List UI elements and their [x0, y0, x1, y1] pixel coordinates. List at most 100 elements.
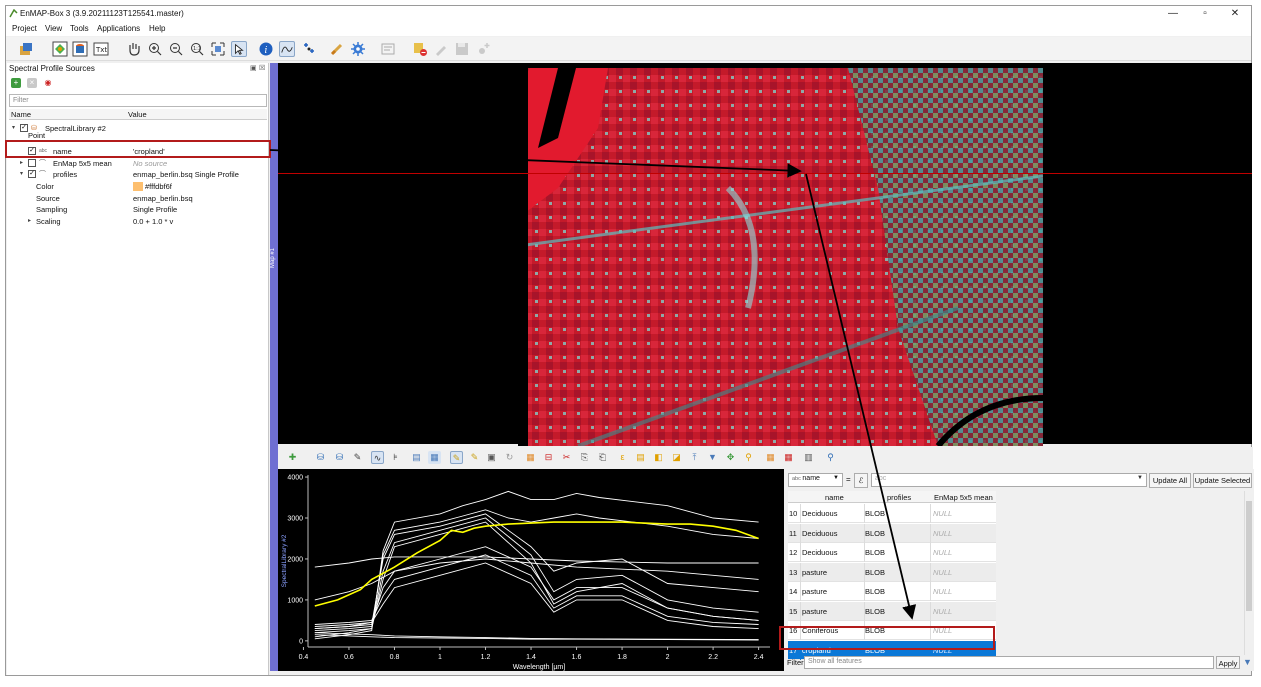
column-header-enmap-mean[interactable]: EnMap 5x5 mean [934, 493, 993, 502]
location-icon[interactable] [301, 41, 317, 57]
expression-button[interactable]: ℰ [854, 473, 868, 488]
new-spectral-library-icon[interactable] [72, 41, 88, 57]
remove-source-icon[interactable]: × [27, 78, 37, 88]
table-view-icon[interactable]: ▦ [428, 451, 441, 464]
add-point-icon[interactable] [476, 41, 492, 57]
table-scrollbar[interactable] [1244, 491, 1253, 655]
tree-row[interactable]: Sampling Single Profile [9, 204, 267, 215]
move-selection-top-icon[interactable]: ⤒ [688, 451, 701, 464]
close-panel-icon[interactable]: ☒ [259, 64, 265, 72]
settings-icon[interactable] [350, 41, 366, 57]
table-row[interactable]: 11 Deciduous BLOB NULL [788, 523, 996, 543]
close-button[interactable]: ✕ [1228, 8, 1242, 20]
menu-project[interactable]: Project [12, 24, 37, 33]
add-feature-icon[interactable]: ▦ [524, 451, 537, 464]
add-data-source-icon[interactable] [18, 41, 34, 57]
map-tab[interactable]: Map #1 [270, 63, 278, 671]
row-id[interactable]: 16 [789, 621, 797, 640]
maximize-button[interactable]: ▫ [1198, 8, 1212, 20]
table-row[interactable]: 15 pasture BLOB NULL [788, 601, 996, 621]
zoom-full-icon[interactable] [210, 41, 226, 57]
zoom-out-icon[interactable] [168, 41, 184, 57]
identify-icon[interactable]: i [258, 41, 274, 57]
tree-checkbox[interactable]: ✓ [28, 170, 36, 179]
feature-filter-input[interactable]: Show all features [804, 656, 1214, 669]
reset-icon[interactable]: ◉ [43, 78, 53, 88]
column-header-profiles[interactable]: profiles [887, 493, 911, 502]
invert-selection-icon[interactable]: ◧ [652, 451, 665, 464]
update-selected-button[interactable]: Update Selected [1193, 473, 1252, 488]
table-row[interactable]: 13 pasture BLOB NULL [788, 562, 996, 582]
new-map-view-icon[interactable] [52, 41, 68, 57]
update-all-button[interactable]: Update All [1149, 473, 1191, 488]
table-row[interactable]: 12 Deciduous BLOB NULL [788, 543, 996, 562]
save-edits-icon[interactable]: ▣ [485, 451, 498, 464]
menu-applications[interactable]: Applications [97, 24, 140, 33]
tree-checkbox[interactable] [28, 158, 36, 167]
spectral-profile-plot[interactable]: 0.4 0.6 0.8 1 1.2 1.4 1.6 1.8 2 2.2 2.4 0 1000 2000 30… [278, 469, 784, 671]
menu-help[interactable]: Help [149, 24, 165, 33]
link-icon[interactable] [329, 41, 345, 57]
paste-icon[interactable]: ⎗ [596, 451, 609, 464]
minimize-button[interactable]: — [1166, 8, 1180, 20]
show-plot-icon[interactable]: ∿ [371, 451, 384, 464]
multi-edit-icon[interactable]: ✎ [468, 451, 481, 464]
copy-icon[interactable]: ⎘ [578, 451, 591, 464]
row-id[interactable]: 11 [789, 524, 797, 543]
row-id[interactable]: 10 [789, 504, 797, 523]
table-row[interactable]: 14 pasture BLOB NULL [788, 582, 996, 601]
pan-to-selection-icon[interactable]: ✥ [724, 451, 737, 464]
tree-checkbox[interactable]: ✓ [28, 147, 36, 156]
collapse-arrow-icon[interactable]: ▸ [20, 158, 23, 169]
tree-row[interactable]: Point [9, 131, 267, 146]
filter-icon[interactable]: ▼ [706, 451, 719, 464]
filter-input[interactable]: Filter [9, 94, 267, 107]
delete-field-icon[interactable]: ▦ [782, 451, 795, 464]
menu-view[interactable]: View [45, 24, 62, 33]
import-library-icon[interactable]: ⛁ [314, 451, 327, 464]
tree-row[interactable]: ▾ ✓ ⛁ SpectralLibrary #2 [9, 123, 267, 134]
row-id[interactable]: 17 [789, 641, 797, 660]
save-icon[interactable] [454, 41, 470, 57]
tree-row[interactable]: Color #fffdbf6f [9, 181, 267, 192]
plot-settings-icon[interactable]: ⊧ [389, 451, 402, 464]
zoom-map-icon[interactable]: ⚲ [824, 451, 837, 464]
spectral-profile-icon[interactable] [279, 41, 295, 57]
color-swatch[interactable] [133, 182, 143, 191]
zoom-in-icon[interactable] [147, 41, 163, 57]
new-text-view-icon[interactable]: Txt [93, 41, 109, 57]
expand-arrow-icon[interactable]: ▾ [12, 123, 15, 134]
select-cursor-icon[interactable] [231, 41, 247, 57]
expand-arrow-icon[interactable]: ▾ [20, 169, 23, 180]
tree-checkbox[interactable]: ✓ [20, 124, 28, 132]
float-panel-icon[interactable]: ▣ [250, 64, 257, 72]
pan-icon[interactable] [126, 41, 142, 57]
add-attribute-icon[interactable]: ✎ [351, 451, 364, 464]
table-row[interactable]: 16 Coniferous BLOB NULL [788, 621, 996, 640]
tree-row[interactable]: ▸ ⌒ EnMap 5x5 mean No source [9, 158, 267, 169]
select-all-icon[interactable]: ▤ [634, 451, 647, 464]
funnel-icon[interactable]: ▼ [1243, 657, 1252, 667]
table-row[interactable]: 10 Deciduous BLOB NULL [788, 504, 996, 523]
field-combo[interactable]: abc name ▼ [788, 473, 843, 487]
row-id[interactable]: 14 [789, 582, 797, 601]
tree-row[interactable]: ▾ ✓ ⌒ profiles enmap_berlin.bsq Single Profi… [9, 169, 267, 180]
select-by-expression-icon[interactable]: ε [616, 451, 629, 464]
toggle-editing-icon[interactable]: ✎ [450, 451, 463, 464]
new-field-icon[interactable]: ▦ [764, 451, 777, 464]
zoom-native-icon[interactable]: 1:1 [189, 41, 205, 57]
tree-row[interactable]: ▸ Scaling 0.0 + 1.0 * v [9, 216, 267, 227]
row-id[interactable]: 15 [789, 602, 797, 621]
menu-tools[interactable]: Tools [70, 24, 89, 33]
collapse-arrow-icon[interactable]: ▸ [28, 216, 31, 227]
delete-feature-icon[interactable]: ⊟ [542, 451, 555, 464]
row-id[interactable]: 12 [789, 543, 797, 562]
cut-icon[interactable]: ✂ [560, 451, 573, 464]
row-id[interactable]: 13 [789, 563, 797, 582]
apply-button[interactable]: Apply [1216, 656, 1240, 669]
add-source-icon[interactable]: + [11, 78, 21, 88]
remove-layer-icon[interactable] [412, 41, 428, 57]
tree-row[interactable]: ✓ abc name 'cropland' [9, 146, 267, 157]
form-view-icon[interactable]: ▤ [410, 451, 423, 464]
reload-icon[interactable]: ↻ [503, 451, 516, 464]
